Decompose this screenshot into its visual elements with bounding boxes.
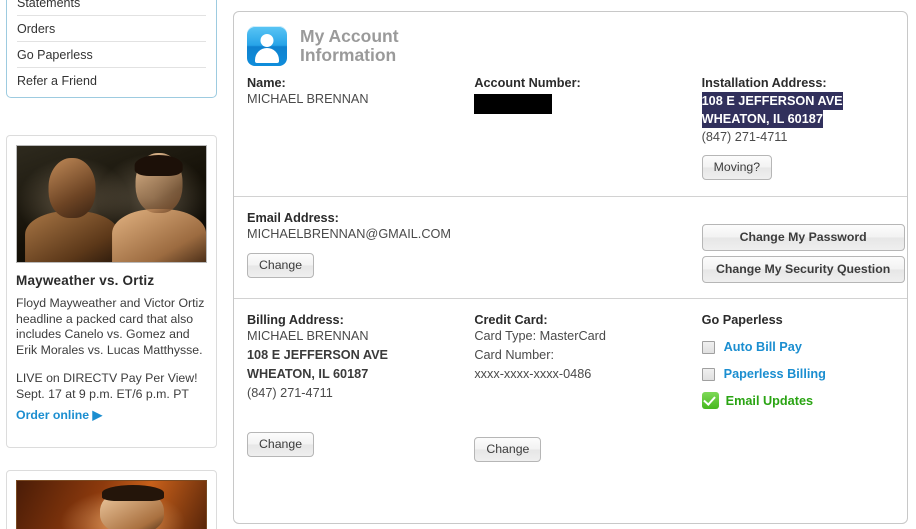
sidebar-item-refer-a-friend[interactable]: Refer a Friend (17, 68, 206, 94)
account-number-redacted-bar (474, 94, 553, 114)
change-password-button[interactable]: Change My Password (701, 224, 905, 251)
account-number-column: Account Number: (474, 76, 701, 180)
sidebar-item-orders[interactable]: Orders (17, 16, 206, 42)
installation-address-column: Installation Address: 108 E JEFFERSON AV… (701, 76, 907, 180)
promo-card-mayweather[interactable]: Mayweather vs. Ortiz Floyd Mayweather an… (6, 135, 217, 448)
paperless-option-paperless-billing[interactable]: Paperless Billing (701, 367, 907, 381)
billing-line-2: 108 E JEFFERSON AVE (247, 348, 389, 362)
billing-line-3: WHEATON, IL 60187 (247, 367, 369, 381)
checkbox-paperless-billing[interactable] (701, 367, 715, 381)
my-account-panel: My Account Information Name: MICHAEL BRE… (233, 11, 908, 524)
promo-card-secondary[interactable] (6, 470, 217, 529)
paperless-option-email-updates[interactable]: Email Updates (701, 392, 907, 409)
panel-header: My Account Information (234, 12, 907, 76)
page-title-line2: Information (300, 45, 397, 65)
billing-line-4: (847) 271-4711 (247, 386, 333, 400)
sidebar-item-statements[interactable]: Statements (17, 0, 206, 16)
installation-address-line1: 108 E JEFFERSON AVE (701, 92, 843, 110)
email-spacer (474, 211, 701, 283)
promo-image-boxing (16, 145, 207, 263)
email-address-label: Email Address: (247, 211, 339, 225)
change-credit-card-button[interactable]: Change (474, 437, 542, 462)
account-nav: Statements Orders Go Paperless Refer a F… (6, 0, 217, 98)
account-number-label: Account Number: (474, 76, 581, 90)
page-title-line1: My Account (300, 26, 399, 46)
go-paperless-label: Go Paperless (701, 313, 783, 327)
promo-image-movie (16, 480, 207, 529)
left-sidebar: Statements Orders Go Paperless Refer a F… (0, 0, 226, 529)
name-label: Name: (247, 76, 286, 90)
security-buttons-column: Change My Password Change My Security Qu… (701, 211, 907, 283)
credit-card-column: Credit Card: Card Type: MasterCard Card … (474, 313, 701, 462)
sidebar-item-go-paperless[interactable]: Go Paperless (17, 42, 206, 68)
email-column: Email Address: MICHAELBRENNAN@GMAIL.COM … (247, 211, 474, 283)
page-root: Statements Orders Go Paperless Refer a F… (0, 0, 916, 529)
page-title: My Account Information (300, 27, 399, 65)
moving-button[interactable]: Moving? (701, 155, 773, 180)
checkbox-auto-bill-pay[interactable] (701, 340, 715, 354)
label-auto-bill-pay[interactable]: Auto Bill Pay (724, 340, 802, 354)
name-column: Name: MICHAEL BRENNAN (247, 76, 474, 180)
promo-body-paragraph-2: LIVE on DIRECTV Pay Per View! Sept. 17 a… (16, 371, 198, 401)
go-paperless-column: Go Paperless Auto Bill Pay Paperless Bil… (701, 313, 907, 462)
promo-order-online-link[interactable]: Order online ▶ (16, 408, 207, 422)
promo-body: Floyd Mayweather and Victor Ortiz headli… (16, 296, 207, 402)
change-security-question-button[interactable]: Change My Security Question (701, 256, 905, 283)
card-number-label: Card Number: (474, 348, 554, 362)
label-paperless-billing[interactable]: Paperless Billing (724, 367, 826, 381)
billing-address-label: Billing Address: (247, 313, 344, 327)
credit-card-label: Credit Card: (474, 313, 548, 327)
checkbox-email-updates-checked[interactable] (701, 392, 719, 409)
account-info-section: Name: MICHAEL BRENNAN Account Number: In… (234, 76, 907, 196)
label-email-updates[interactable]: Email Updates (726, 394, 813, 408)
installation-address-line2: WHEATON, IL 60187 (701, 110, 823, 128)
installation-address-label: Installation Address: (701, 76, 827, 90)
change-billing-button[interactable]: Change (247, 432, 315, 457)
card-type-value: Card Type: MasterCard (474, 329, 606, 343)
billing-section: Billing Address: MICHAEL BRENNAN 108 E J… (234, 299, 907, 462)
billing-line-1: MICHAEL BRENNAN (247, 329, 369, 343)
billing-address-column: Billing Address: MICHAEL BRENNAN 108 E J… (247, 313, 474, 462)
promo-body-paragraph-1: Floyd Mayweather and Victor Ortiz headli… (16, 296, 205, 357)
change-email-button[interactable]: Change (247, 253, 315, 278)
email-address-value: MICHAELBRENNAN@GMAIL.COM (247, 227, 451, 241)
card-number-value: xxxx-xxxx-xxxx-0486 (474, 367, 592, 381)
paperless-option-auto-bill-pay[interactable]: Auto Bill Pay (701, 340, 907, 354)
email-section: Email Address: MICHAELBRENNAN@GMAIL.COM … (234, 197, 907, 298)
promo-title: Mayweather vs. Ortiz (16, 273, 155, 288)
user-account-icon (247, 26, 287, 66)
installation-phone: (847) 271-4711 (701, 130, 788, 144)
name-value: MICHAEL BRENNAN (247, 92, 369, 106)
